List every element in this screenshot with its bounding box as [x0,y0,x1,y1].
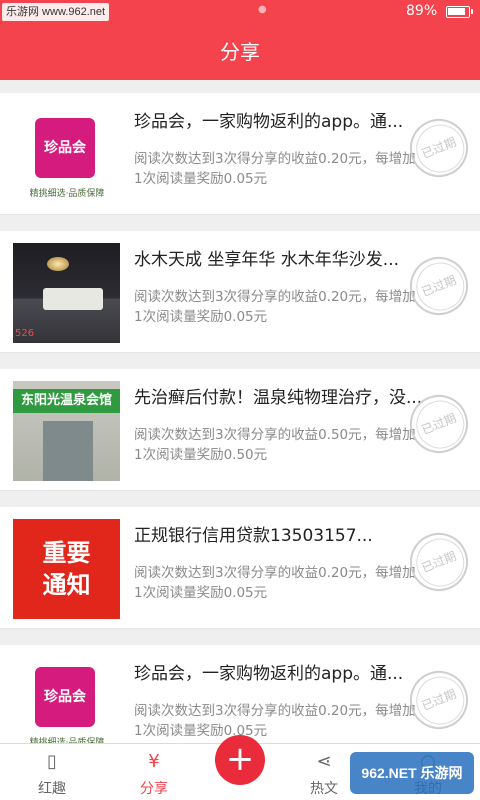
article-thumbnail: 526 [13,243,120,343]
reward-line-2: 1次阅读量奖励0.05元 [134,723,268,739]
tab-share[interactable]: ¥ 分享 [106,744,202,800]
corner-watermark: 962.NET 乐游网 [350,752,474,794]
battery-percent: 89% [406,3,438,19]
camera-dot-icon: ● [258,4,267,15]
share-card[interactable]: 东阳光温泉会馆 先治癣后付款！温泉纯物理治疗，没... 阅读次数达到3次得分享的收益… [0,369,480,491]
site-watermark: 乐游网 www.962.net [2,3,110,21]
card-title: 正规银行信用贷款13503157... [134,526,373,546]
battery-fill [448,8,465,15]
share-list[interactable]: 珍品会 精挑细选·品质保障 珍品会，一家购物返利的app。通... 阅读次数达到3次得… [0,80,480,743]
brand-tagline: 精挑细选·品质保障 [29,738,105,743]
money-bag-icon: ¥ [148,751,160,772]
tab-label: 分享 [140,781,168,797]
shop-sign: 东阳光温泉会馆 [13,389,120,413]
share-card[interactable]: 526 水木天成 坐享年华 水木年华沙发... 阅读次数达到3次得分享的收益0.20… [0,231,480,353]
door-image [43,421,93,481]
article-thumbnail: 珍品会精挑细选·品质保障 [13,110,120,210]
notice-line-2: 通知 [42,571,91,599]
thumb-number: 526 [15,328,35,339]
battery-icon [446,6,473,18]
red-packet-icon: ▯ [47,751,57,772]
lamp-image [47,257,69,271]
article-thumbnail: 重要 通知 [13,519,120,619]
share-icon: ⋖ [316,751,332,772]
article-thumbnail: 珍品会精挑细选·品质保障 [13,659,120,743]
share-card[interactable]: 珍品会 精挑细选·品质保障 珍品会，一家购物返利的app。通... 阅读次数达到3次得… [0,93,480,215]
publish-plus-button[interactable]: + [215,735,265,785]
card-title: 珍品会，一家购物返利的app。通... [134,112,404,132]
reward-line-2: 1次阅读量奖励0.05元 [134,585,268,601]
reward-line-2: 1次阅读量奖励0.05元 [134,171,268,187]
card-title: 先治癣后付款！温泉纯物理治疗，没... [134,388,423,408]
brand-logo: 珍品会 [35,118,95,178]
sofa-image [43,288,103,310]
tab-hongqu[interactable]: ▯ 红趣 [4,744,100,800]
brand-logo: 珍品会 [35,667,95,727]
notice-line-1: 重要 [42,539,91,567]
reward-line-2: 1次阅读量奖励0.05元 [134,309,268,325]
article-thumbnail: 东阳光温泉会馆 [13,381,120,481]
share-card[interactable]: 珍品会 精挑细选·品质保障 珍品会，一家购物返利的app。通... 阅读次数达到3次得… [0,645,480,743]
notice-text: 重要 通知 [13,537,120,601]
share-card[interactable]: 重要 通知 正规银行信用贷款13503157... 阅读次数达到3次得分享的收益0.2… [0,507,480,629]
brand-tagline: 精挑细选·品质保障 [29,189,105,199]
card-title: 水木天成 坐享年华 水木年华沙发... [134,250,400,270]
tab-label: 红趣 [38,781,66,797]
card-title: 珍品会，一家购物返利的app。通... [134,664,404,684]
page-title: 分享 [0,24,480,80]
reward-line-2: 1次阅读量奖励0.50元 [134,447,268,463]
tab-bar: ▯ 红趣 ¥ 分享 + ⋖ 热文 ○ 我的 962.NET 乐游网 [0,735,480,800]
status-bar: 乐游网 www.962.net ● 89% [0,0,480,24]
